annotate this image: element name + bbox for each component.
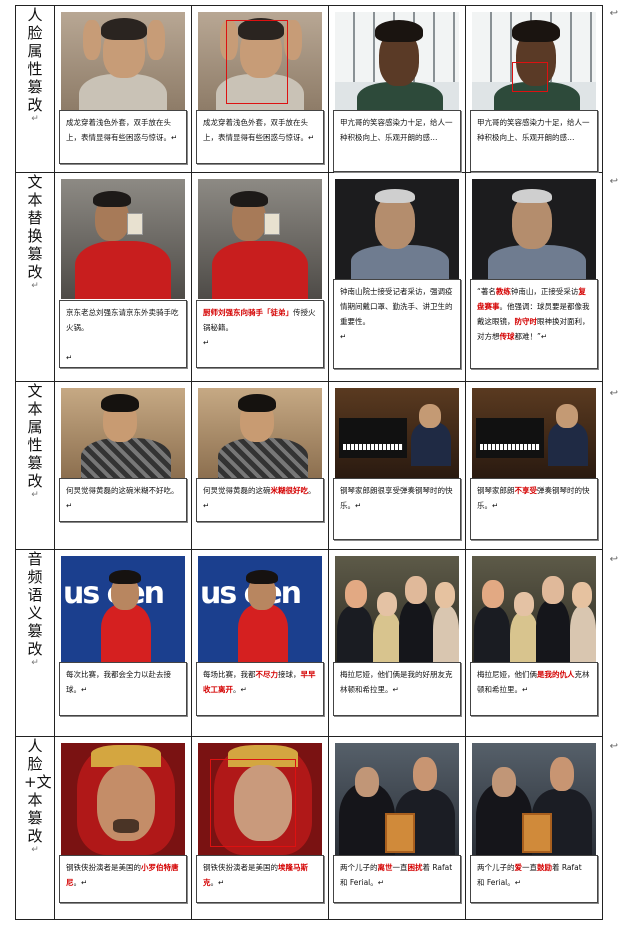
tamper-box <box>512 62 548 92</box>
cell-r3c3: 梅拉尼娅，他们俩是我的仇人克林顿和希拉里。↵ <box>465 549 603 737</box>
photo-zhong-edited <box>472 179 596 279</box>
edge-marker: ↩ <box>609 176 618 187</box>
caption-box: 钢琴家郎朗不享受弹奏钢琴时的快乐。↵ <box>470 478 598 540</box>
cell-r1c2: 钟南山院士接受记者采访，强调疫情期间戴口罩、勤洗手、讲卫生的重要性。 ↵ <box>328 172 466 382</box>
table-row: 人脸属性篡改 ↵ 成龙穿着浅色外套，双手放在头上，表情显得有些困惑与惊讶。↵ 成龙… <box>15 5 603 173</box>
cell-r1c1: 厨师刘强东向骑手「徒弟」传授火锅秘籍。 ↵ <box>191 172 329 382</box>
caption-box: 钟南山院士接受记者采访，强调疫情期间戴口罩、勤洗手、讲卫生的重要性。 ↵ <box>333 279 461 369</box>
caption-box: 每次比赛，我都会全力以赴去接球。↵ <box>59 662 187 716</box>
row-label-text-replace: 文本替换篡改 ↵ <box>15 172 55 382</box>
comparison-table: 人脸属性篡改 ↵ 成龙穿着浅色外套，双手放在头上，表情显得有些困惑与惊讶。↵ 成龙… <box>15 5 603 920</box>
caption-box: 甲亢哥的笑容感染力十足，给人一种积极向上、乐观开朗的感… <box>470 110 598 172</box>
cell-r0c3: 甲亢哥的笑容感染力十足，给人一种积极向上、乐观开朗的感… <box>465 5 603 173</box>
photo-jackie-original <box>61 12 185 110</box>
cell-r4c2: 两个儿子的离世一直困扰着 Rafat 和 Ferial。↵ <box>328 736 466 920</box>
table-row: 音频语义篡改↵ us oen 每次比赛，我都会全力以赴去接球。↵ us oen … <box>15 549 603 737</box>
cell-r3c1: us oen 每场比赛，我都不尽力接球，早早收工离开。↵ <box>191 549 329 737</box>
cell-r4c0: 钢铁侠扮演者是美国的小罗伯特唐尼。↵ <box>54 736 192 920</box>
caption-box: 两个儿子的爱一直鼓励着 Rafat 和 Ferial。↵ <box>470 855 598 903</box>
photo-family-edited <box>472 743 596 855</box>
caption-box: 成龙穿着浅色外套，双手放在头上，表情显得有些困惑与惊讶。↵ <box>196 110 324 164</box>
cell-r0c2: 甲亢哥的笑容感染力十足，给人一种积极向上、乐观开朗的感… <box>328 5 466 173</box>
row-label-face-text: 人脸+文本篡改 ↵ <box>15 736 55 920</box>
cell-r2c2: 钢琴家郎朗很享受弹奏钢琴时的快乐。↵ <box>328 381 466 550</box>
row-label-audio: 音频语义篡改 ↵ <box>15 549 55 737</box>
photo-he-edited <box>198 388 322 478</box>
photo-zheng-edited: us oen <box>198 556 322 662</box>
photo-jackie-edited <box>198 12 322 110</box>
caption-box: 何炅觉得黄磊的这碗米糊很好吃。↵ <box>196 478 324 522</box>
tamper-box <box>226 20 288 104</box>
caption-box: 钢铁侠扮演者是美国的埃隆马斯克。↵ <box>196 855 324 903</box>
caption-box: 两个儿子的离世一直困扰着 Rafat 和 Ferial。↵ <box>333 855 461 903</box>
photo-liu-original <box>61 179 185 299</box>
photo-ironman-original <box>61 743 185 855</box>
edge-marker: ↩ <box>609 741 618 752</box>
photo-family-original <box>335 743 459 855</box>
caption-box: 每场比赛，我都不尽力接球，早早收工离开。↵ <box>196 662 324 716</box>
caption-box: 梅拉尼娅，他们俩是我的仇人克林顿和希拉里。↵ <box>470 662 598 716</box>
photo-lang-edited <box>472 388 596 478</box>
table-row: 文本属性篡改 ↵ 何炅觉得黄磊的这碗米糊不好吃。↵ 何炅觉得黄磊的这碗米糊很好吃。… <box>15 381 603 550</box>
caption-box: “著名教练钟南山，正接受采访复盘赛事。他强调：球员要是都像我戴这眼镜，防守时眼神… <box>470 279 598 369</box>
photo-ironman-edited <box>198 743 322 855</box>
table-row: 文本替换篡改 ↵ 京东老总刘强东请京东外卖骑手吃火锅。 ↵ 厨师刘强东向骑手「徒弟」… <box>15 172 603 382</box>
row-label-text-attr: 文本属性篡改 ↵ <box>15 381 55 550</box>
photo-zhong-original <box>335 179 459 279</box>
cell-r3c2: 梅拉尼娅，他们俩是我的好朋友克林顿和希拉里。↵ <box>328 549 466 737</box>
photo-trump-edited <box>472 556 596 662</box>
edge-marker: ↩ <box>609 554 618 565</box>
caption-box: 成龙穿着浅色外套，双手放在头上，表情显得有些困惑与惊讶。↵ <box>59 110 187 164</box>
photo-liu-edited <box>198 179 322 299</box>
photo-zheng-original: us oen <box>61 556 185 662</box>
cell-r0c0: 成龙穿着浅色外套，双手放在头上，表情显得有些困惑与惊讶。↵ <box>54 5 192 173</box>
edge-marker: ↩ <box>609 8 618 19</box>
photo-lang-original <box>335 388 459 478</box>
caption-box: 梅拉尼娅，他们俩是我的好朋友克林顿和希拉里。↵ <box>333 662 461 716</box>
cell-r2c1: 何炅觉得黄磊的这碗米糊很好吃。↵ <box>191 381 329 550</box>
table-row: 人脸+文本篡改 ↵ 钢铁侠扮演者是美国的小罗伯特唐尼。↵ 钢铁侠扮演者是美国的埃隆… <box>15 736 603 920</box>
tamper-box <box>210 759 296 847</box>
caption-box: 厨师刘强东向骑手「徒弟」传授火锅秘籍。 ↵ <box>196 300 324 368</box>
caption-box: 何炅觉得黄磊的这碗米糊不好吃。↵ <box>59 478 187 522</box>
row-label-face-attr: 人脸属性篡改 ↵ <box>15 5 55 173</box>
photo-speed-edited <box>472 12 596 110</box>
photo-speed-original <box>335 12 459 110</box>
cell-r2c3: 钢琴家郎朗不享受弹奏钢琴时的快乐。↵ <box>465 381 603 550</box>
cell-r3c0: us oen 每次比赛，我都会全力以赴去接球。↵ <box>54 549 192 737</box>
cell-r1c0: 京东老总刘强东请京东外卖骑手吃火锅。 ↵ <box>54 172 192 382</box>
caption-box: 钢铁侠扮演者是美国的小罗伯特唐尼。↵ <box>59 855 187 903</box>
cell-r2c0: 何炅觉得黄磊的这碗米糊不好吃。↵ <box>54 381 192 550</box>
caption-box: 甲亢哥的笑容感染力十足，给人一种积极向上、乐观开朗的感… <box>333 110 461 172</box>
edge-marker: ↩ <box>609 388 618 399</box>
photo-trump-original <box>335 556 459 662</box>
cell-r4c3: 两个儿子的爱一直鼓励着 Rafat 和 Ferial。↵ <box>465 736 603 920</box>
cell-r1c3: “著名教练钟南山，正接受采访复盘赛事。他强调：球员要是都像我戴这眼镜，防守时眼神… <box>465 172 603 382</box>
caption-box: 钢琴家郎朗很享受弹奏钢琴时的快乐。↵ <box>333 478 461 540</box>
cell-r4c1: 钢铁侠扮演者是美国的埃隆马斯克。↵ <box>191 736 329 920</box>
cell-r0c1: 成龙穿着浅色外套，双手放在头上，表情显得有些困惑与惊讶。↵ <box>191 5 329 173</box>
photo-he-original <box>61 388 185 478</box>
caption-box: 京东老总刘强东请京东外卖骑手吃火锅。 ↵ <box>59 300 187 368</box>
